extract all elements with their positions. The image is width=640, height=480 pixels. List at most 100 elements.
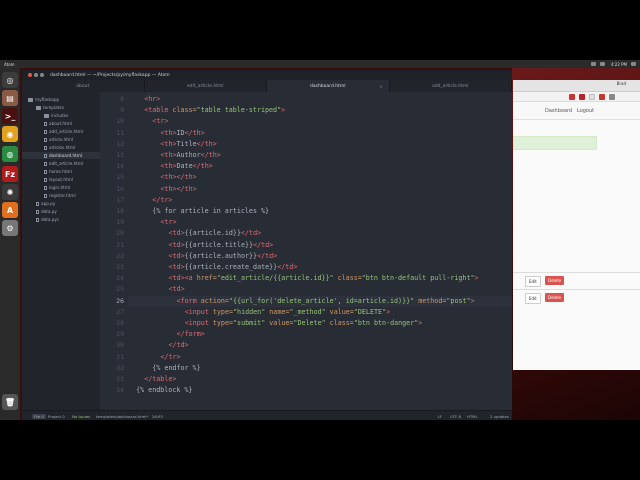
tree-file[interactable]: login.html bbox=[22, 184, 70, 191]
code-token: Date bbox=[176, 162, 193, 171]
extension-icon[interactable] bbox=[589, 94, 595, 100]
tree-file[interactable]: add_article.html bbox=[22, 128, 83, 135]
code-line[interactable]: </td> bbox=[128, 340, 189, 351]
tree-folder[interactable]: myflaskapp bbox=[22, 96, 59, 103]
line-ending[interactable]: LF bbox=[438, 414, 442, 419]
terminal-icon[interactable]: >_ bbox=[2, 108, 18, 124]
code-line[interactable]: <th></th> bbox=[128, 184, 196, 195]
code-line[interactable]: <th>Author</th> bbox=[128, 150, 220, 161]
tree-folder[interactable]: templates bbox=[22, 104, 64, 111]
filezilla-icon[interactable]: Fz bbox=[2, 166, 18, 182]
file-count[interactable]: File 0 bbox=[32, 413, 46, 419]
menu-icon[interactable] bbox=[609, 94, 615, 100]
tree-file[interactable]: data.py bbox=[22, 208, 57, 215]
tab-dashboard-html[interactable]: dashboard.html × bbox=[267, 80, 390, 92]
code-line[interactable]: </form> bbox=[128, 329, 205, 340]
atom-titlebar[interactable]: dashboard.html — ~/Projects/py/myflaskap… bbox=[22, 70, 512, 80]
code-line[interactable]: <td> bbox=[128, 284, 185, 295]
browser-titlebar[interactable]: Brad bbox=[513, 80, 640, 92]
maximize-icon[interactable] bbox=[40, 73, 44, 77]
browser-urlbar[interactable] bbox=[513, 92, 640, 102]
code-line[interactable]: <th>ID</th> bbox=[128, 128, 205, 139]
code-line[interactable]: <td>{{article.title}}</td> bbox=[128, 240, 274, 251]
grammar[interactable]: HTML bbox=[467, 414, 478, 419]
code-token: "_method" bbox=[289, 307, 326, 316]
browser-window[interactable]: Brad Dashboard Logout Edit Delete Edit D… bbox=[513, 80, 640, 370]
code-line[interactable]: </table> bbox=[128, 374, 176, 385]
code-token: <th> bbox=[160, 151, 177, 159]
code-token: {{article.id}} bbox=[184, 229, 241, 238]
encoding[interactable]: UTF-8 bbox=[450, 414, 461, 419]
code-line[interactable]: <form action="{{url_for('delete_article'… bbox=[128, 295, 512, 307]
code-line[interactable]: <th>Date</th> bbox=[128, 161, 212, 172]
edit-button[interactable]: Edit bbox=[525, 276, 541, 287]
tree-file[interactable]: data.pyc bbox=[22, 216, 59, 223]
browser-user[interactable]: Brad bbox=[617, 81, 626, 86]
extension-icon[interactable] bbox=[569, 94, 575, 100]
edit-button[interactable]: Edit bbox=[525, 293, 541, 304]
code-line[interactable]: {% endfor %} bbox=[128, 363, 200, 374]
updates-badge[interactable]: 2 updates bbox=[490, 414, 509, 419]
software-center-icon[interactable]: A bbox=[2, 202, 18, 218]
code-line[interactable]: <input type="hidden" name="_method" valu… bbox=[128, 307, 390, 318]
code-line[interactable]: <hr> bbox=[128, 94, 160, 105]
tree-file[interactable]: app.py bbox=[22, 200, 55, 207]
code-line[interactable]: {% endblock %} bbox=[128, 385, 192, 396]
tree-file[interactable]: layout.html bbox=[22, 176, 73, 183]
code-editor[interactable]: <hr> <table class="table table-striped"> <… bbox=[128, 92, 512, 410]
code-line[interactable]: <th></th> bbox=[128, 172, 196, 183]
file-path[interactable]: templates\dashboard.html* bbox=[96, 414, 148, 419]
chrome-icon[interactable]: ◉ bbox=[2, 126, 18, 142]
delete-button[interactable]: Delete bbox=[545, 276, 565, 285]
browser-icon[interactable]: ◍ bbox=[2, 146, 18, 162]
no-issues-status[interactable]: No Issues bbox=[72, 414, 90, 419]
code-token: </th> bbox=[184, 128, 205, 137]
code-line[interactable]: </tr> bbox=[128, 352, 180, 363]
nav-logout-link[interactable]: Logout bbox=[577, 108, 594, 114]
code-line[interactable]: <td>{{article.create_date}}</td> bbox=[128, 262, 298, 273]
trash-icon[interactable]: 🗑 bbox=[2, 394, 18, 410]
network-icon[interactable] bbox=[590, 62, 596, 66]
tab-add-article-html[interactable]: add_article.html bbox=[390, 80, 512, 92]
settings-icon[interactable]: ⚙ bbox=[2, 220, 18, 236]
code-line[interactable]: <th>Title</th> bbox=[128, 139, 216, 150]
tree-file[interactable]: home.html bbox=[22, 168, 72, 175]
tab-about[interactable]: about bbox=[22, 80, 145, 92]
tree-file[interactable]: edit_article.html bbox=[22, 160, 83, 167]
project-count[interactable]: Project 0 bbox=[48, 414, 65, 419]
delete-button[interactable]: Delete bbox=[545, 293, 565, 302]
tree-file[interactable]: article.html bbox=[22, 136, 73, 143]
code-line[interactable]: <tr> bbox=[128, 116, 168, 127]
code-line[interactable]: <td>{{article.id}}</td> bbox=[128, 228, 262, 239]
code-line[interactable]: <input type="submit" value="Delete" clas… bbox=[128, 318, 423, 329]
volume-icon[interactable] bbox=[599, 62, 605, 66]
tree-folder[interactable]: includes bbox=[22, 112, 68, 119]
extension-icon[interactable] bbox=[579, 94, 585, 100]
minimize-icon[interactable] bbox=[34, 73, 38, 77]
tree-file[interactable]: about.html bbox=[22, 120, 72, 127]
code-line[interactable]: <td>{{article.author}}</td> bbox=[128, 251, 278, 262]
close-icon[interactable] bbox=[28, 73, 32, 77]
nav-dashboard-link[interactable]: Dashboard bbox=[545, 108, 572, 114]
files-icon[interactable]: ▤ bbox=[2, 90, 18, 106]
code-token: </td> bbox=[257, 251, 278, 260]
code-line[interactable]: <td><a href="edit_article/{{article.id}}… bbox=[128, 273, 479, 284]
tree-file[interactable]: dashboard.html bbox=[22, 152, 100, 159]
cursor-position[interactable]: 26:63 bbox=[152, 414, 163, 419]
extension-icon[interactable] bbox=[599, 94, 605, 100]
code-line[interactable]: </tr> bbox=[128, 195, 172, 206]
atom-window[interactable]: dashboard.html — ~/Projects/py/myflaskap… bbox=[22, 70, 512, 420]
code-line[interactable]: <tr> bbox=[128, 217, 176, 228]
tab-close-icon[interactable]: × bbox=[379, 84, 382, 89]
code-token: "hidden" bbox=[233, 307, 266, 316]
code-token: <td> bbox=[168, 285, 185, 294]
dash-icon[interactable]: ◎ bbox=[2, 72, 18, 88]
atom-icon[interactable]: ✺ bbox=[2, 184, 18, 200]
code-line[interactable]: <table class="table table-striped"> bbox=[128, 105, 285, 116]
power-icon[interactable] bbox=[631, 62, 636, 66]
tab-edit-article-html[interactable]: edit_article.html bbox=[145, 80, 267, 92]
tree-file[interactable]: register.html bbox=[22, 192, 76, 199]
tree-file[interactable]: articles.html bbox=[22, 144, 75, 151]
code-line[interactable]: {% for article in articles %} bbox=[128, 206, 269, 217]
clock[interactable]: 4:22 PM bbox=[611, 62, 627, 67]
